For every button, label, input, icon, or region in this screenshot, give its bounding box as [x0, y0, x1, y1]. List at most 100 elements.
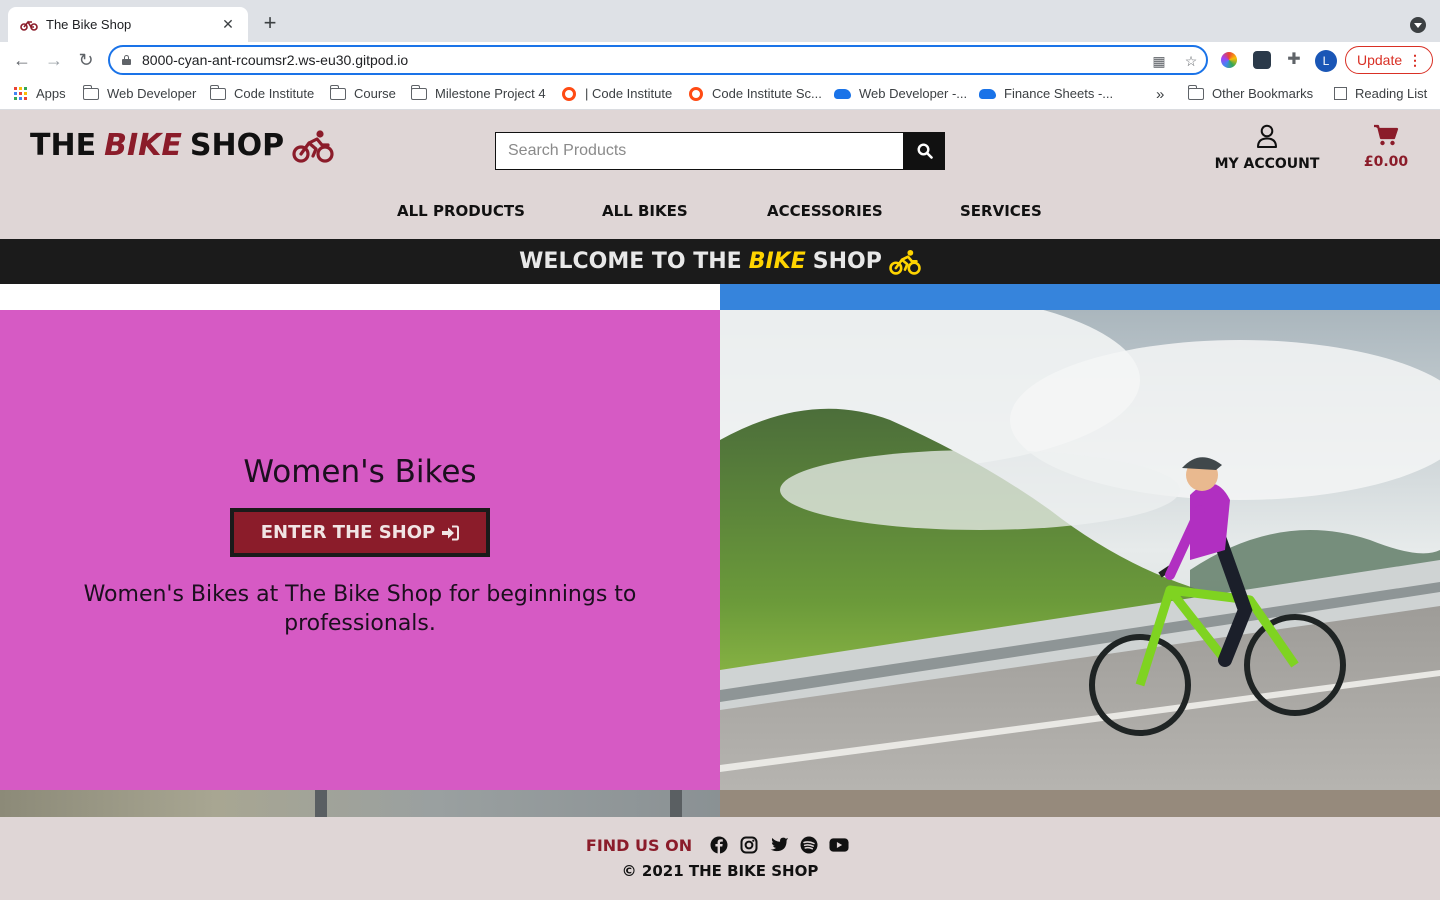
nav-services[interactable]: SERVICES: [960, 202, 1042, 220]
previous-slide-image-strip: [720, 284, 1440, 310]
user-icon: [1257, 124, 1277, 148]
my-account-label: MY ACCOUNT: [1214, 156, 1320, 172]
bookmark-label: Code Institute: [234, 86, 315, 101]
enter-shop-button[interactable]: ENTER THE SHOP: [230, 508, 490, 557]
search-button[interactable]: [904, 132, 945, 170]
bookmark-label: Apps: [36, 86, 66, 101]
folder-icon: [82, 84, 99, 100]
bookmark-label: Other Bookmarks: [1212, 86, 1314, 101]
bookmark-label: | Code Institute: [585, 86, 673, 101]
youtube-icon[interactable]: [829, 835, 849, 855]
welcome-banner: WELCOME TO THE BIKE SHOP: [0, 239, 1440, 284]
bookmark-label: Finance Sheets -...: [1004, 86, 1114, 101]
reload-icon[interactable]: ↻: [74, 48, 98, 72]
browser-tabstrip: The Bike Shop ✕ +: [0, 0, 1440, 42]
update-button[interactable]: Update ⋮: [1345, 46, 1433, 74]
hero-description: Women's Bikes at The Bike Shop for begin…: [83, 582, 637, 636]
tab-title: The Bike Shop: [46, 17, 132, 32]
reading-list[interactable]: Reading List: [1334, 86, 1427, 101]
bookmark-code-institute-site[interactable]: | Code Institute: [562, 86, 672, 101]
bookmark-label: Web Developer: [107, 86, 197, 101]
browser-toolbar: ← → ↻ 8000-cyan-ant-rcoumsr2.ws-eu30.git…: [0, 42, 1440, 78]
more-menu-icon: ⋮: [1408, 52, 1422, 68]
nav-accessories[interactable]: ACCESSORIES: [767, 202, 883, 220]
bookmark-milestone-project[interactable]: Milestone Project 4: [410, 84, 546, 101]
copyright-text: © 2021 THE BIKE SHOP: [621, 862, 819, 880]
site-footer: FIND US ON © 2021 THE BIKE SHOP: [0, 817, 1440, 900]
main-navigation: ALL PRODUCTS ALL BIKES ACCESSORIES SERVI…: [0, 201, 1440, 239]
search-input[interactable]: [495, 132, 904, 170]
logo-text-bike: BIKE: [104, 128, 182, 163]
bookmarks-bar: Apps Web Developer Code Institute Course…: [0, 78, 1440, 110]
bookmark-web-developer-cloud[interactable]: Web Developer -...: [834, 86, 967, 101]
sign-in-icon: [442, 525, 460, 540]
bookmark-code-institute-sc[interactable]: Code Institute Sc...: [689, 86, 822, 101]
address-bar[interactable]: 8000-cyan-ant-rcoumsr2.ws-eu30.gitpod.io…: [108, 45, 1208, 75]
search-icon: [916, 143, 933, 159]
bookmark-label: Milestone Project 4: [435, 86, 546, 101]
banner-text-bike: BIKE: [748, 249, 806, 274]
hero-text-panel: Women's Bikes ENTER THE SHOP Women's Bik…: [0, 310, 720, 790]
search-bar: [495, 132, 945, 170]
lock-icon: [122, 55, 131, 65]
folder-icon: [410, 84, 427, 100]
reading-list-icon: [1334, 87, 1347, 100]
color-extension-icon[interactable]: [1221, 52, 1237, 68]
tab-close-icon[interactable]: ✕: [220, 16, 236, 33]
logo-text-the: THE: [30, 128, 97, 163]
code-institute-icon: [562, 86, 576, 101]
url-text[interactable]: 8000-cyan-ant-rcoumsr2.ws-eu30.gitpod.io: [142, 52, 408, 68]
bookmark-finance-sheets[interactable]: Finance Sheets -...: [979, 86, 1113, 101]
screenshot-extension-icon[interactable]: [1253, 51, 1271, 69]
spotify-icon[interactable]: [799, 835, 819, 855]
qr-code-icon[interactable]: ▦: [1150, 52, 1168, 70]
extensions-puzzle-icon[interactable]: ✚: [1285, 51, 1303, 69]
bookmark-code-institute[interactable]: Code Institute: [209, 84, 315, 101]
cart-total: £0.00: [1363, 154, 1409, 170]
bookmark-course[interactable]: Course: [329, 84, 396, 101]
apps-grid-icon: [14, 87, 27, 100]
folder-icon: [1187, 84, 1204, 100]
bookmark-web-developer[interactable]: Web Developer: [82, 84, 197, 101]
bookmark-label: Course: [354, 86, 396, 101]
browser-tab[interactable]: The Bike Shop ✕: [8, 7, 248, 42]
profile-avatar[interactable]: L: [1315, 50, 1337, 72]
cyclist-icon: [292, 129, 334, 163]
bookmarks-overflow-icon[interactable]: »: [1156, 86, 1164, 103]
shopping-cart-icon: [1374, 124, 1399, 146]
social-links: FIND US ON: [0, 835, 1440, 855]
find-us-label: FIND US ON: [585, 835, 693, 855]
bookmark-label: Code Institute Sc...: [712, 86, 822, 101]
folder-icon: [209, 84, 226, 100]
next-slide-strip: [720, 790, 1440, 817]
cyclist-photo: [720, 310, 1440, 790]
enter-shop-label: ENTER THE SHOP: [260, 522, 436, 543]
my-account-link[interactable]: MY ACCOUNT: [1210, 124, 1324, 172]
instagram-icon[interactable]: [739, 835, 759, 855]
bookmark-star-icon[interactable]: ☆: [1182, 52, 1200, 70]
bookmark-other[interactable]: Other Bookmarks: [1187, 84, 1314, 101]
back-arrow-icon[interactable]: ←: [10, 48, 34, 72]
nav-all-products[interactable]: ALL PRODUCTS: [397, 202, 525, 220]
code-institute-icon: [689, 86, 703, 101]
forward-arrow-icon[interactable]: →: [42, 48, 66, 72]
facebook-icon[interactable]: [709, 835, 729, 855]
twitter-icon[interactable]: [769, 835, 789, 855]
folder-icon: [329, 84, 346, 100]
hero-title: Women's Bikes: [243, 454, 477, 490]
site-header: THE BIKE SHOP MY: [0, 110, 1440, 239]
banner-text-welcome: WELCOME TO THE: [519, 249, 742, 274]
hero-image-womens-cyclist: [720, 310, 1440, 790]
reading-list-label: Reading List: [1355, 86, 1428, 101]
cloud-icon: [979, 88, 996, 99]
bookmark-apps[interactable]: Apps: [14, 86, 66, 101]
banner-text-shop: SHOP: [812, 249, 882, 274]
cyclist-icon: [889, 249, 921, 275]
logo-text-shop: SHOP: [189, 128, 285, 163]
bookmark-label: Web Developer -...: [859, 86, 968, 101]
tab-search-icon[interactable]: [1410, 17, 1426, 33]
shopping-bag-link[interactable]: £0.00: [1356, 124, 1416, 170]
nav-all-bikes[interactable]: ALL BIKES: [602, 202, 688, 220]
new-tab-button[interactable]: +: [258, 11, 282, 35]
site-logo[interactable]: THE BIKE SHOP: [30, 128, 334, 163]
